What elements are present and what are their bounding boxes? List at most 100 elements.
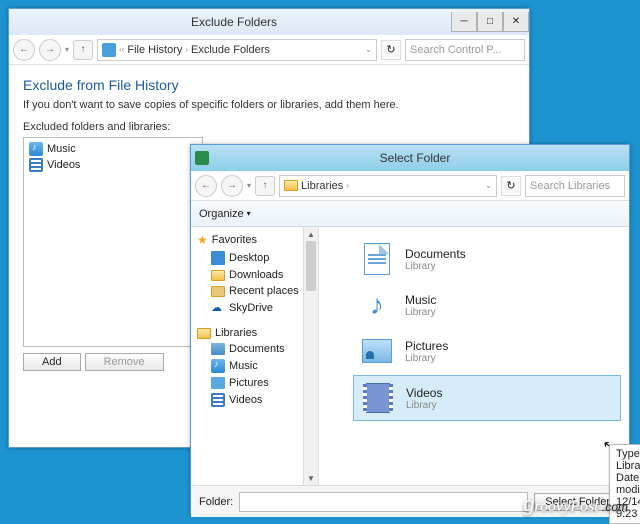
recent-dd-icon[interactable]: ▾ [65,45,69,54]
pictures-icon [362,339,392,363]
item-label: Music [229,360,258,372]
page-subtext: If you don't want to save copies of spec… [23,99,515,111]
excluded-list[interactable]: Music Videos [23,137,203,347]
back-button[interactable]: ← [13,39,35,61]
location-icon [102,43,116,57]
folder-icon [211,286,225,297]
cloud-icon: ☁ [211,301,225,315]
chevron-right-icon: › [185,45,188,54]
search-input[interactable]: Search Control P... [405,39,525,61]
folder-input[interactable] [239,492,528,512]
search-input[interactable]: Search Libraries [525,175,625,197]
forward-button[interactable]: → [221,175,243,197]
window-title: Exclude Folders [17,15,451,29]
address-bar[interactable]: ‹‹ File History › Exclude Folders ⌄ [97,39,377,61]
sidebar-item-videos[interactable]: Videos [191,391,318,409]
item-label: Pictures [229,377,269,389]
forward-button[interactable]: → [39,39,61,61]
item-sub: Library [405,353,448,364]
refresh-button[interactable]: ↻ [501,176,521,196]
maximize-button[interactable]: □ [477,12,503,32]
scrollbar[interactable]: ▲ ▼ [303,227,318,485]
music-icon [211,359,225,373]
toolbar: Organize▾ [191,201,629,227]
chevron-icon: ‹‹ [119,45,124,54]
sidebar-item-music[interactable]: Music [191,357,318,375]
sidebar-item-downloads[interactable]: Downloads [191,267,318,283]
item-label: Videos [47,159,80,171]
breadcrumb[interactable]: Libraries [301,180,343,192]
page-heading: Exclude from File History [23,77,515,93]
folder-label: Folder: [199,496,233,508]
add-button[interactable]: Add [23,353,81,371]
breadcrumb[interactable]: Exclude Folders [191,44,270,56]
up-button[interactable]: ↑ [73,40,93,60]
pictures-icon [211,377,225,389]
folder-icon [284,180,298,191]
minimize-button[interactable]: ─ [451,12,477,32]
remove-button[interactable]: Remove [85,353,164,371]
nav-bar: ← → ▾ ↑ Libraries › ⌄ ↻ Search Libraries [191,171,629,201]
main-pane: DocumentsLibrary ♪ MusicLibrary Pictures… [319,227,629,485]
video-icon [211,393,225,407]
documents-icon [211,343,225,355]
window-title: Select Folder [209,151,621,165]
watermark: groovyPost .com [523,494,628,517]
up-button[interactable]: ↑ [255,176,275,196]
select-folder-window: Select Folder ← → ▾ ↑ Libraries › ⌄ ↻ Se… [190,144,630,514]
library-item-videos[interactable]: VideosLibrary [353,375,621,421]
desktop-icon [211,251,225,265]
sidebar-group-libraries[interactable]: Libraries [191,325,318,341]
scroll-up-icon[interactable]: ▲ [304,227,318,241]
item-label: Music [47,143,76,155]
music-icon: ♪ [370,289,384,321]
item-label: Documents [229,343,285,355]
sidebar-item-desktop[interactable]: Desktop [191,249,318,267]
item-label: SkyDrive [229,302,273,314]
documents-icon [364,243,390,275]
list-item[interactable]: Music [27,141,199,157]
chevron-right-icon: › [346,181,349,190]
scroll-thumb[interactable] [306,241,316,291]
close-button[interactable]: ✕ [503,12,529,32]
chevron-down-icon[interactable]: ⌄ [485,181,492,190]
list-item[interactable]: Videos [27,157,199,173]
item-label: Recent places [229,285,299,297]
videos-icon [366,383,390,413]
sidebar-item-documents[interactable]: Documents [191,341,318,357]
music-icon [29,142,43,156]
breadcrumb[interactable]: File History [127,44,182,56]
item-label: Desktop [229,252,269,264]
video-icon [29,158,43,172]
libraries-icon [197,328,211,339]
chevron-down-icon: ▾ [247,209,251,218]
sidebar-item-skydrive[interactable]: ☁ SkyDrive [191,299,318,317]
back-button[interactable]: ← [195,175,217,197]
sidebar-item-pictures[interactable]: Pictures [191,375,318,391]
group-label: Favorites [212,234,257,246]
library-item-pictures[interactable]: PicturesLibrary [353,329,621,373]
list-label: Excluded folders and libraries: [23,121,515,133]
library-item-music[interactable]: ♪ MusicLibrary [353,283,621,327]
sidebar-item-recent[interactable]: Recent places [191,283,318,299]
titlebar[interactable]: Select Folder [191,145,629,171]
item-sub: Library [405,307,436,318]
address-bar[interactable]: Libraries › ⌄ [279,175,497,197]
group-label: Libraries [215,327,257,339]
titlebar[interactable]: Exclude Folders ─ □ ✕ [9,9,529,35]
recent-dd-icon[interactable]: ▾ [247,181,251,190]
organize-menu[interactable]: Organize▾ [199,208,251,220]
refresh-button[interactable]: ↻ [381,40,401,60]
library-item-documents[interactable]: DocumentsLibrary [353,237,621,281]
item-name: Documents [405,247,466,261]
sidebar: ★Favorites Desktop Downloads Recent plac… [191,227,319,485]
item-label: Videos [229,394,262,406]
sidebar-group-favorites[interactable]: ★Favorites [191,231,318,249]
scroll-down-icon[interactable]: ▼ [304,471,318,485]
nav-bar: ← → ▾ ↑ ‹‹ File History › Exclude Folder… [9,35,529,65]
item-sub: Library [406,400,442,411]
item-name: Pictures [405,339,448,353]
chevron-down-icon[interactable]: ⌄ [365,45,372,54]
item-label: Downloads [229,269,283,281]
app-icon [195,151,209,165]
